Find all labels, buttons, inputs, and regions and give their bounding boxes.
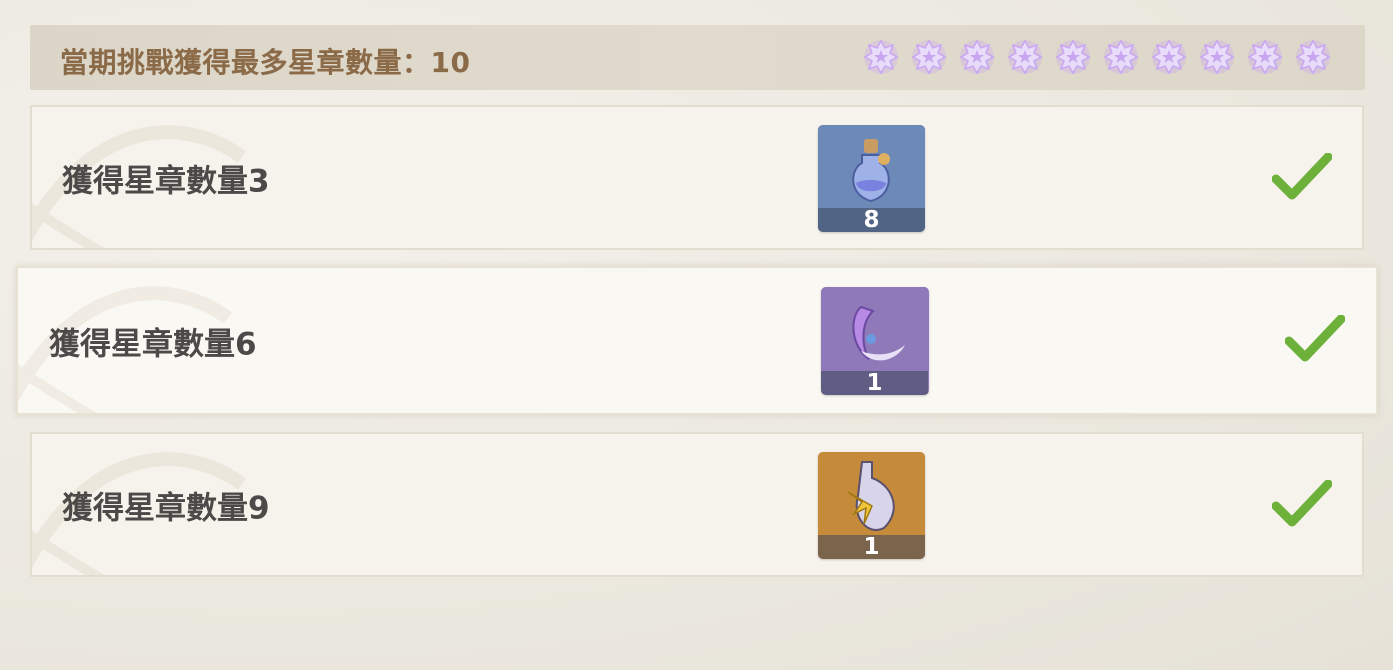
row-label: 獲得星章數量3 [62,163,270,199]
star-badge-icon [1247,39,1283,75]
star-badge-icon [1007,39,1043,75]
star-badge-icon [1103,39,1139,75]
crystal-ornament-icon [821,287,928,370]
star-badge-icon [959,39,995,75]
max-stars-title: 當期挑戰獲得最多星章數量：10 [60,46,471,79]
star-badge-icon [863,39,899,75]
reward-count: 8 [818,208,925,232]
flower-vial-icon [818,452,925,535]
potion-bottle-icon [818,125,925,208]
star-badge-row [863,39,1331,75]
reward-item[interactable]: 8 [818,125,925,232]
star-badge-icon [1055,39,1091,75]
star-badge-icon [911,39,947,75]
max-stars-header: 當期挑戰獲得最多星章數量：10 [30,25,1365,90]
completed-check-icon [1272,153,1332,200]
star-badge-icon [1295,39,1331,75]
reward-count: 1 [818,535,925,559]
reward-row-3-stars: 獲得星章數量3 8 [30,105,1364,250]
completed-check-icon [1272,480,1332,527]
star-badge-icon [1199,39,1235,75]
star-badge-icon [1151,39,1187,75]
reward-item[interactable]: 1 [818,452,925,559]
completed-check-icon [1285,315,1345,362]
reward-row-6-stars: 獲得星章數量6 1 [16,266,1378,415]
row-label: 獲得星章數量9 [62,490,270,526]
row-label: 獲得星章數量6 [49,326,257,362]
reward-item[interactable]: 1 [821,287,929,395]
reward-row-9-stars: 獲得星章數量9 1 [30,432,1364,577]
reward-count: 1 [821,371,928,395]
